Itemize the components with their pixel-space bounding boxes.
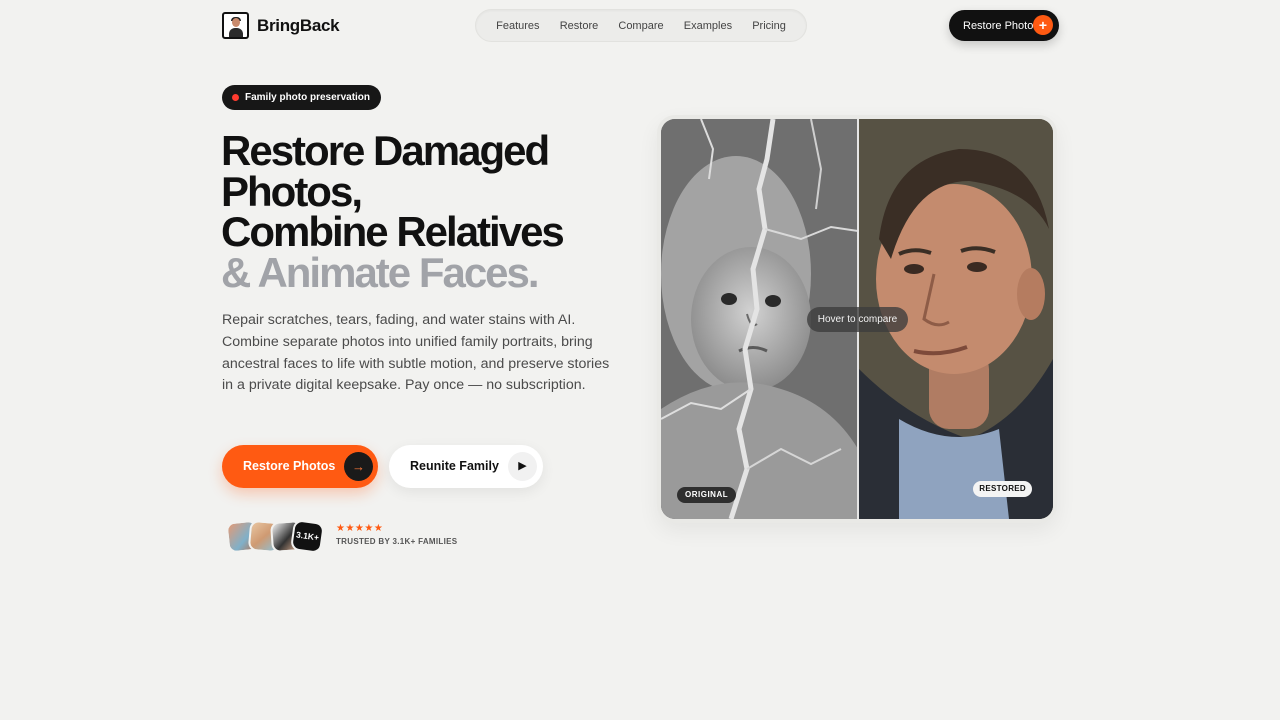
hero-badge-label: Family photo preservation [245,92,371,103]
hover-to-compare-pill: Hover to compare [807,307,908,332]
headline-line-4: & Animate Faces. [221,248,540,296]
avatar-stack: 3.1K+ [225,518,327,555]
plus-sparkle-icon: + [1033,15,1053,35]
restore-photos-button[interactable]: Restore Photos → [222,445,378,488]
restore-photos-label: Restore Photos [243,459,336,473]
main-nav: Features Restore Compare Examples Pricin… [475,9,807,42]
nav-link-restore[interactable]: Restore [560,20,599,32]
nav-link-features[interactable]: Features [496,20,539,32]
reunite-family-label: Reunite Family [410,459,499,473]
nav-link-examples[interactable]: Examples [684,20,732,32]
arrow-right-icon: → [344,452,373,481]
rating-stars-icon: ★★★★★ [336,523,384,534]
brand-name: BringBack [257,15,340,35]
hero-headline: Restore Damaged Photos, Combine Relative… [221,130,641,296]
trusted-by-text: TRUSTED BY 3.1K+ FAMILIES [336,537,458,546]
reunite-family-button[interactable]: Reunite Family ▶ [389,445,543,488]
hero-badge: Family photo preservation [222,85,382,110]
portrait-logo-icon [222,12,249,39]
families-count-badge: 3.1K+ [289,518,326,555]
restore-photo-nav-label: Restore Photo [963,19,1034,32]
red-dot-icon [232,94,239,101]
nav-link-pricing[interactable]: Pricing [752,20,786,32]
restored-label: RESTORED [973,481,1032,497]
play-icon: ▶ [508,452,537,481]
before-after-compare-card[interactable]: Hover to compare ORIGINAL RESTORED [657,115,1057,523]
compare-viewport[interactable]: Hover to compare ORIGINAL RESTORED [661,119,1053,519]
original-label: ORIGINAL [677,487,737,503]
restore-photo-nav-button[interactable]: Restore Photo + [949,10,1059,41]
nav-link-compare[interactable]: Compare [618,20,663,32]
brand-logo[interactable]: BringBack [222,12,340,39]
hero-description: Repair scratches, tears, fading, and wat… [222,312,610,394]
